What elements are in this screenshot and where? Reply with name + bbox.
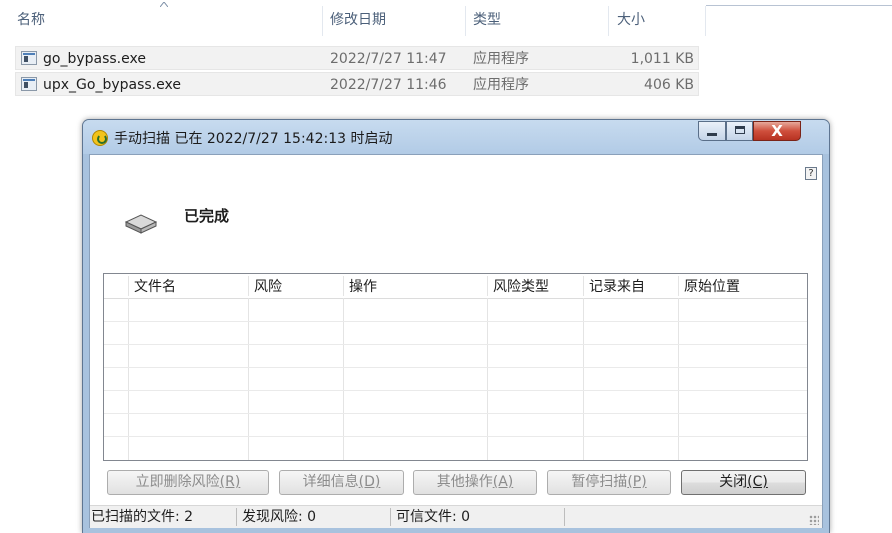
sort-ascending-icon: [160, 2, 168, 7]
pause-scan-label: 暂停扫描: [571, 474, 628, 490]
file-row[interactable]: upx_Go_bypass.exe 2022/7/27 11:46 应用程序 4…: [15, 72, 699, 96]
status-divider: [564, 508, 565, 526]
column-divider[interactable]: [322, 6, 323, 36]
scan-status: 已完成: [184, 207, 230, 225]
status-divider: [236, 508, 237, 526]
header-divider: [248, 276, 249, 296]
remove-risks-button[interactable]: 立即删除风险(R): [107, 470, 269, 495]
close-icon: X: [771, 122, 783, 140]
close-label: 关闭: [719, 474, 748, 490]
grid-row-line: [104, 390, 807, 391]
column-risk[interactable]: 风险: [254, 274, 282, 300]
column-divider[interactable]: [608, 6, 609, 36]
file-size: 1,011 KB: [630, 51, 694, 67]
pause-scan-hotkey: (P): [627, 474, 647, 490]
header-divider: [343, 276, 344, 296]
file-row[interactable]: go_bypass.exe 2022/7/27 11:47 应用程序 1,011…: [15, 46, 699, 70]
risks-found-count: 发现风险: 0: [242, 509, 317, 525]
other-actions-label: 其他操作: [436, 474, 493, 490]
other-actions-hotkey: (A): [492, 474, 514, 490]
grid-row-line: [104, 413, 807, 414]
close-window-button[interactable]: X: [753, 121, 801, 141]
hard-drive-icon: [124, 214, 158, 234]
file-name: upx_Go_bypass.exe: [43, 77, 181, 93]
column-divider[interactable]: [705, 6, 706, 36]
dialog-title: 手动扫描 已在 2022/7/27 15:42:13 时启动: [114, 131, 393, 147]
file-name: go_bypass.exe: [43, 51, 146, 67]
file-type: 应用程序: [473, 77, 529, 93]
file-type: 应用程序: [473, 51, 529, 67]
column-original-location[interactable]: 原始位置: [684, 274, 740, 300]
other-actions-button[interactable]: 其他操作(A): [413, 470, 537, 495]
table-header: 文件名 风险 操作 风险类型 记录来自 原始位置: [104, 274, 807, 299]
file-modified: 2022/7/27 11:47: [330, 51, 447, 67]
file-size: 406 KB: [644, 77, 694, 93]
resize-grip-icon[interactable]: [809, 515, 819, 525]
exe-file-icon: [21, 77, 37, 91]
norton-shield-icon: [92, 130, 108, 146]
header-divider: [678, 276, 679, 296]
risk-results-table[interactable]: 文件名 风险 操作 风险类型 记录来自 原始位置: [103, 273, 808, 461]
header-divider: [583, 276, 584, 296]
dialog-title-bar[interactable]: 手动扫描 已在 2022/7/27 15:42:13 时启动 X: [83, 120, 829, 154]
scanned-files-count: 已扫描的文件: 2: [91, 509, 194, 525]
column-divider[interactable]: [465, 6, 466, 36]
file-modified: 2022/7/27 11:46: [330, 77, 447, 93]
pause-scan-button[interactable]: 暂停扫描(P): [547, 470, 671, 495]
column-size[interactable]: 大小: [617, 0, 645, 38]
grid-row-line: [104, 321, 807, 322]
column-name[interactable]: 名称: [17, 0, 45, 38]
close-hotkey: (C): [747, 474, 768, 490]
remove-risks-label: 立即删除风险: [135, 474, 220, 490]
column-filename[interactable]: 文件名: [134, 274, 176, 300]
close-button[interactable]: 关闭(C): [681, 470, 806, 495]
column-type[interactable]: 类型: [473, 0, 501, 38]
maximize-button[interactable]: [726, 121, 753, 141]
dialog-content: ? 已完成 文件名 风险 操作 风险类型 记录来自 原始位置 立即删除风险(R)…: [89, 154, 823, 528]
remove-risks-hotkey: (R): [219, 474, 241, 490]
header-border: [706, 5, 892, 6]
details-button[interactable]: 详细信息(D): [279, 470, 404, 495]
details-hotkey: (D): [358, 474, 381, 490]
header-divider: [487, 276, 488, 296]
column-action[interactable]: 操作: [349, 274, 377, 300]
exe-file-icon: [21, 51, 37, 65]
status-divider: [390, 508, 391, 526]
column-risk-type[interactable]: 风险类型: [493, 274, 549, 300]
grid-row-line: [104, 344, 807, 345]
grid-row-line: [104, 436, 807, 437]
grid-row-line: [104, 367, 807, 368]
minimize-button[interactable]: [698, 121, 726, 141]
trusted-files-count: 可信文件: 0: [396, 509, 471, 525]
details-label: 详细信息: [302, 474, 359, 490]
header-divider: [128, 276, 129, 296]
status-bar: 已扫描的文件: 2 发现风险: 0 可信文件: 0: [90, 505, 822, 528]
help-icon[interactable]: ?: [805, 167, 817, 180]
manual-scan-dialog: 手动扫描 已在 2022/7/27 15:42:13 时启动 X ? 已完成 文…: [82, 119, 830, 533]
column-header-row: 名称 修改日期 类型 大小: [0, 0, 892, 38]
column-modified[interactable]: 修改日期: [330, 0, 386, 38]
column-logged-by[interactable]: 记录来自: [589, 274, 645, 300]
